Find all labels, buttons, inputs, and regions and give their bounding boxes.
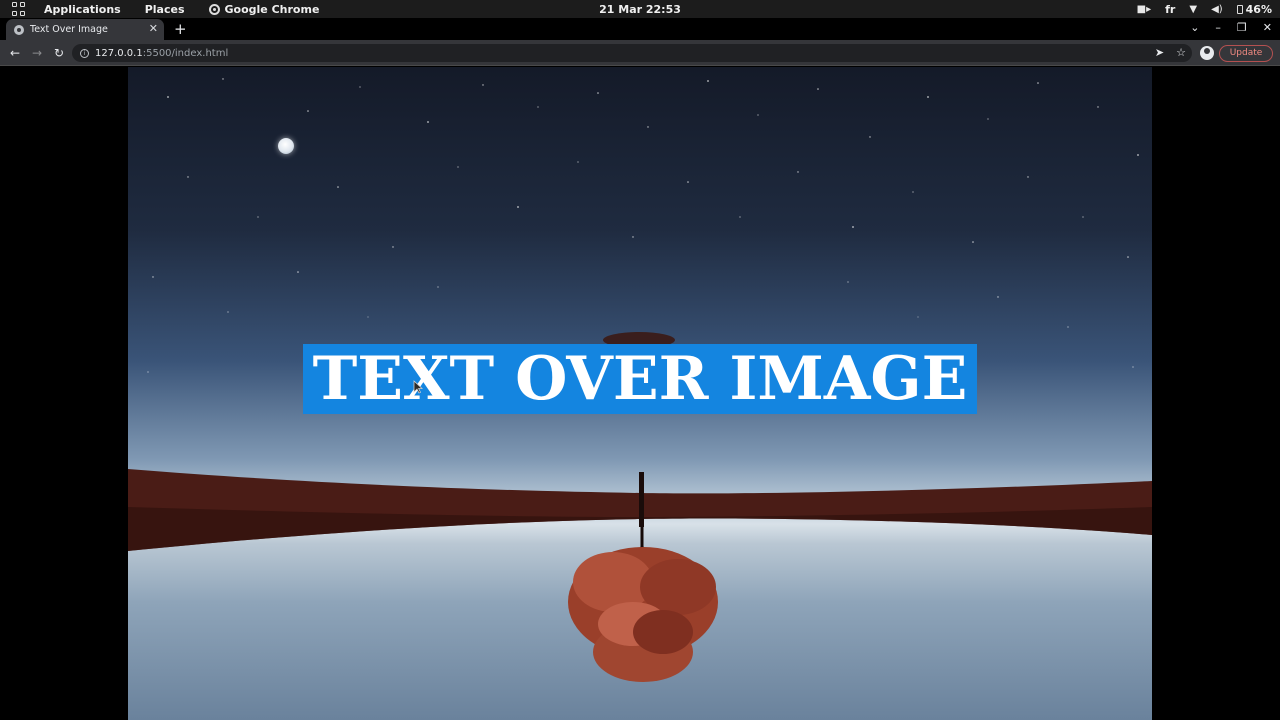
address-bar[interactable]: i 127.0.0.1:5500/index.html ➤ ☆ xyxy=(72,44,1192,62)
url-path: :5500/index.html xyxy=(142,47,229,59)
clock[interactable]: 21 Mar 22:53 xyxy=(599,3,681,16)
battery-icon xyxy=(1236,4,1243,14)
tab-text-over-image[interactable]: Text Over Image ✕ xyxy=(6,19,164,40)
background-image: TEXT OVER IMAGE xyxy=(128,67,1152,720)
info-icon[interactable]: i xyxy=(80,48,89,58)
close-window-icon[interactable]: ✕ xyxy=(1263,21,1272,34)
wifi-icon[interactable]: ▼ xyxy=(1189,4,1197,15)
send-icon[interactable]: ➤ xyxy=(1155,46,1164,59)
battery-indicator[interactable]: 46% xyxy=(1236,2,1272,16)
page-viewport: TEXT OVER IMAGE xyxy=(0,67,1280,720)
keyboard-layout-indicator[interactable]: fr xyxy=(1165,3,1175,16)
system-top-bar: Applications Places Google Chrome 21 Mar… xyxy=(0,0,1280,18)
restore-icon[interactable]: ❐ xyxy=(1237,21,1247,34)
back-button[interactable]: ← xyxy=(4,46,26,60)
update-button[interactable]: Update xyxy=(1219,45,1273,62)
url-host: 127.0.0.1 xyxy=(95,47,143,59)
minimize-icon[interactable]: – xyxy=(1215,21,1221,34)
profile-avatar-icon[interactable] xyxy=(1200,46,1214,60)
globe-icon xyxy=(14,24,24,35)
app-grid-icon[interactable] xyxy=(12,2,26,16)
active-app-menu[interactable]: Google Chrome xyxy=(208,2,320,16)
forward-button[interactable]: → xyxy=(26,46,48,60)
new-tab-button[interactable]: + xyxy=(174,20,187,38)
tab-title: Text Over Image xyxy=(30,24,108,35)
chrome-icon xyxy=(208,3,220,15)
reload-button[interactable]: ↻ xyxy=(48,46,70,60)
headline-text: TEXT OVER IMAGE xyxy=(302,344,978,414)
active-app-label: Google Chrome xyxy=(224,2,320,16)
headline: TEXT OVER IMAGE xyxy=(128,342,1152,416)
bookmark-star-icon[interactable]: ☆ xyxy=(1176,46,1186,59)
volume-icon[interactable]: ◀) xyxy=(1211,4,1223,15)
tab-strip: Text Over Image ✕ + ⌄ – ❐ ✕ xyxy=(0,18,1280,40)
mouse-cursor-icon xyxy=(413,380,423,394)
screen-record-icon[interactable]: ■▸ xyxy=(1137,4,1151,15)
tab-search-icon[interactable]: ⌄ xyxy=(1190,21,1199,34)
battery-level: 46% xyxy=(1245,2,1272,16)
close-tab-icon[interactable]: ✕ xyxy=(149,22,158,35)
text-overlay: TEXT OVER IMAGE xyxy=(128,67,1152,720)
applications-menu[interactable]: Applications xyxy=(44,3,121,16)
places-menu[interactable]: Places xyxy=(145,3,185,16)
browser-toolbar: ← → ↻ i 127.0.0.1:5500/index.html ➤ ☆ Up… xyxy=(0,40,1280,66)
